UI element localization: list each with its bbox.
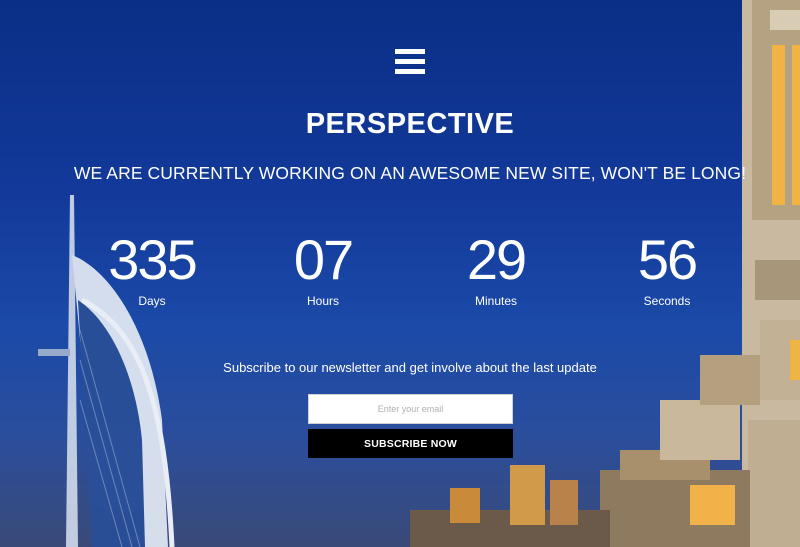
countdown-minutes: 29 Minutes: [416, 228, 576, 308]
countdown-hours: 07 Hours: [243, 228, 403, 308]
countdown-days-value: 335: [108, 228, 197, 291]
countdown-hours-value: 07: [293, 228, 354, 291]
countdown-days: 335 Days: [72, 228, 232, 308]
newsletter-text: Subscribe to our newsletter and get invo…: [223, 360, 597, 375]
tagline: WE ARE CURRENTLY WORKING ON AN AWESOME N…: [73, 163, 747, 183]
countdown-minutes-label: Minutes: [474, 294, 518, 308]
countdown-days-label: Days: [138, 294, 166, 308]
countdown-seconds-label: Seconds: [643, 294, 691, 308]
countdown-hours-label: Hours: [306, 294, 339, 308]
subscribe-button[interactable]: SUBSCRIBE NOW: [308, 429, 513, 458]
countdown-minutes-value: 29: [466, 228, 527, 291]
site-title: PERSPECTIVE: [305, 108, 515, 140]
countdown-seconds: 56 Seconds: [587, 228, 747, 308]
email-input[interactable]: [308, 394, 513, 424]
countdown-seconds-value: 56: [637, 228, 698, 291]
coming-soon-page: PERSPECTIVE WE ARE CURRENTLY WORKING ON …: [0, 0, 800, 547]
hamburger-menu-icon[interactable]: [395, 49, 425, 74]
